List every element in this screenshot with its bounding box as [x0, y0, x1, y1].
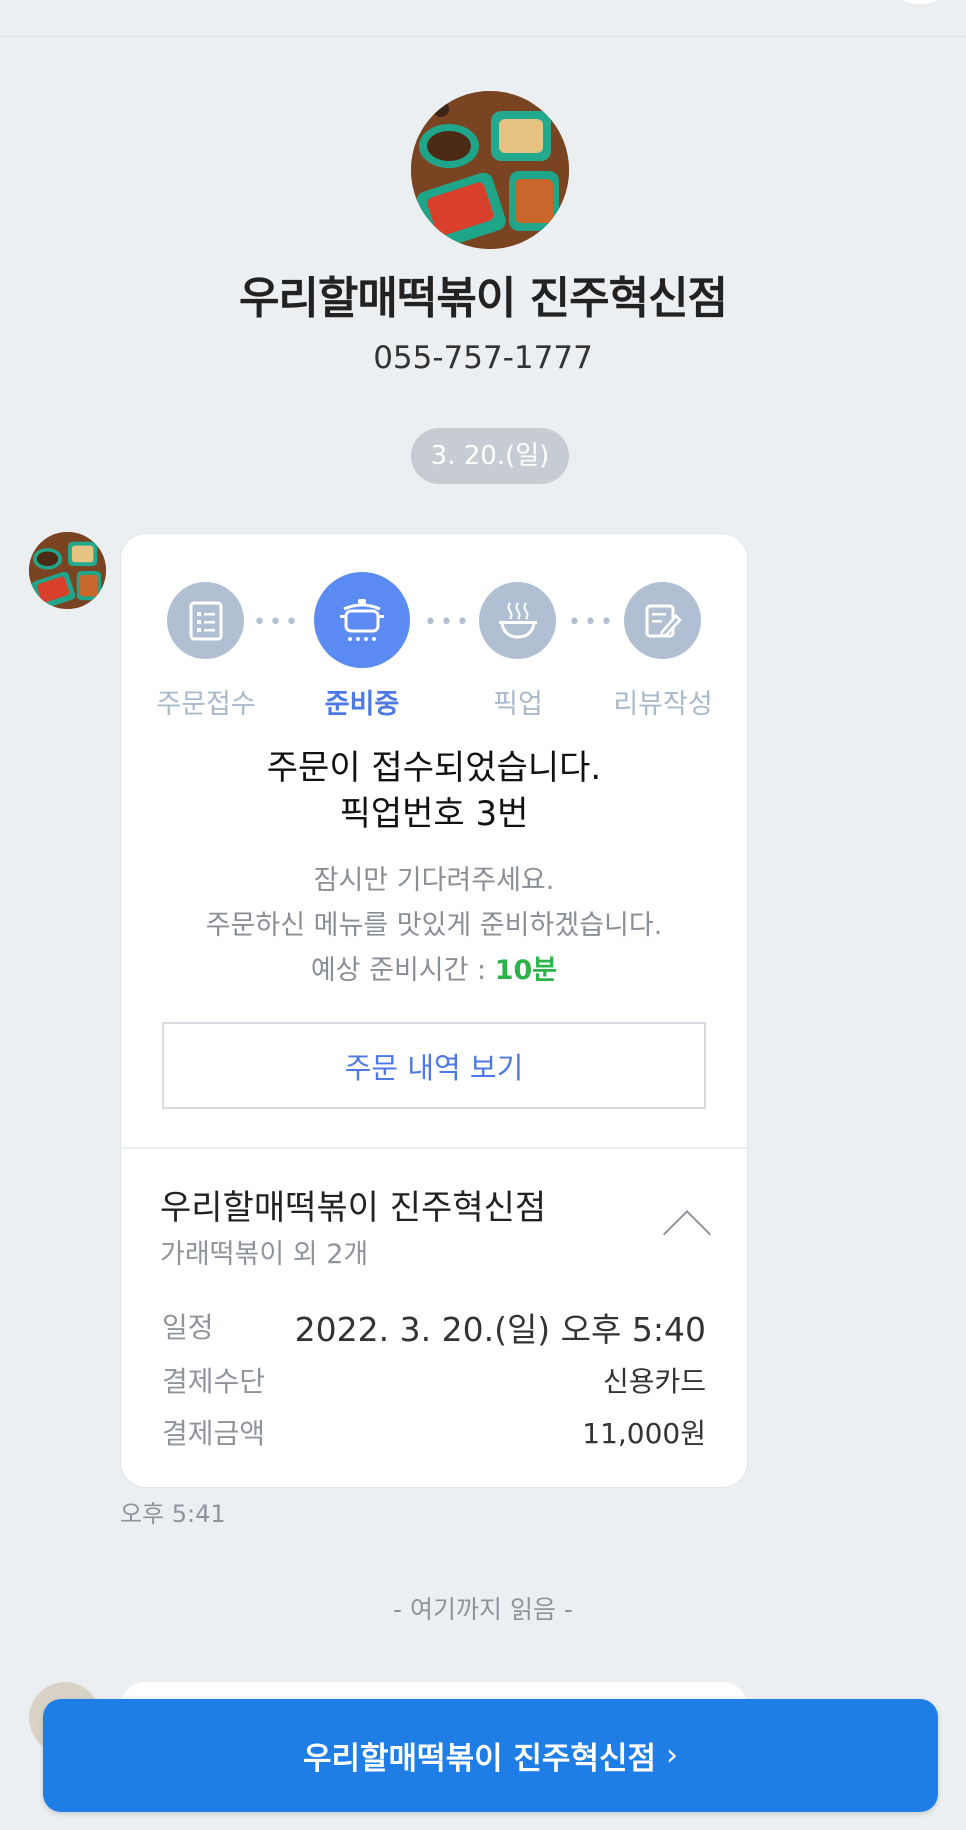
- message-timestamp: 오후 5:41: [120, 1500, 226, 1528]
- cooking-pot-icon: [340, 599, 384, 641]
- read-marker: - 여기까지 읽음 -: [393, 1595, 573, 1624]
- store-home-button[interactable]: 우리할매떡볶이 진주혁신점 ›: [43, 1699, 938, 1812]
- step-connector: •••: [424, 610, 472, 635]
- payment-method-value: 신용카드: [602, 1365, 706, 1398]
- order-status-message: 주문이 접수되었습니다. 픽업번호 3번: [120, 745, 748, 837]
- eta-label: 예상 준비시간 :: [310, 955, 495, 986]
- store-home-button-label: 우리할매떡볶이 진주혁신점: [302, 1741, 657, 1777]
- eta-value: 10분: [494, 955, 558, 986]
- payment-method-label: 결제수단: [162, 1365, 266, 1398]
- step-label-pickup: 픽업: [493, 689, 543, 720]
- step-label-review: 리뷰작성: [613, 689, 713, 720]
- step-order-received: [167, 582, 244, 659]
- status-description: 잠시만 기다려주세요. 주문하신 메뉴를 맛있게 준비하겠습니다. 예상 준비시…: [120, 858, 748, 993]
- top-right-button[interactable]: [892, 0, 948, 4]
- step-label-preparing: 준비중: [324, 689, 400, 720]
- payment-amount-value: 11,000원: [582, 1417, 706, 1450]
- step-label-order-received: 주문접수: [156, 689, 256, 720]
- review-write-icon: [645, 604, 682, 638]
- step-review: [624, 582, 701, 659]
- chevron-right-icon: ›: [666, 1738, 679, 1773]
- step-connector: •••: [253, 610, 301, 635]
- card-divider: [121, 1147, 747, 1149]
- header-divider: [0, 36, 966, 37]
- schedule-label: 일정: [162, 1311, 214, 1344]
- pickup-number-text: 픽업번호 3번: [339, 794, 529, 834]
- order-list-icon: [189, 601, 222, 640]
- message-avatar[interactable]: [29, 532, 106, 609]
- date-chip: 3. 20.(일): [411, 428, 569, 484]
- store-profile-avatar[interactable]: [411, 91, 569, 249]
- status-received-text: 주문이 접수되었습니다.: [266, 748, 602, 788]
- eta-line: 예상 준비시간 : 10분: [120, 948, 748, 993]
- payment-amount-label: 결제금액: [162, 1417, 266, 1450]
- summary-store-name: 우리할매떡볶이 진주혁신점: [160, 1188, 547, 1228]
- store-name: 우리할매떡볶이 진주혁신점: [238, 273, 728, 324]
- store-phone[interactable]: 055-757-1777: [0, 340, 966, 376]
- schedule-value: 2022. 3. 20.(일) 오후 5:40: [294, 1310, 706, 1349]
- prepare-text: 주문하신 메뉴를 맛있게 준비하겠습니다.: [205, 910, 663, 941]
- view-order-details-button[interactable]: 주문 내역 보기: [162, 1022, 706, 1109]
- wait-text: 잠시만 기다려주세요.: [313, 865, 555, 896]
- food-photo-icon: [411, 91, 569, 249]
- step-pickup: [479, 582, 556, 659]
- summary-items: 가래떡볶이 외 2개: [160, 1239, 369, 1270]
- step-connector: •••: [568, 610, 616, 635]
- food-photo-icon: [29, 532, 106, 609]
- step-preparing: [314, 572, 410, 668]
- food-bowl-icon: [498, 601, 537, 639]
